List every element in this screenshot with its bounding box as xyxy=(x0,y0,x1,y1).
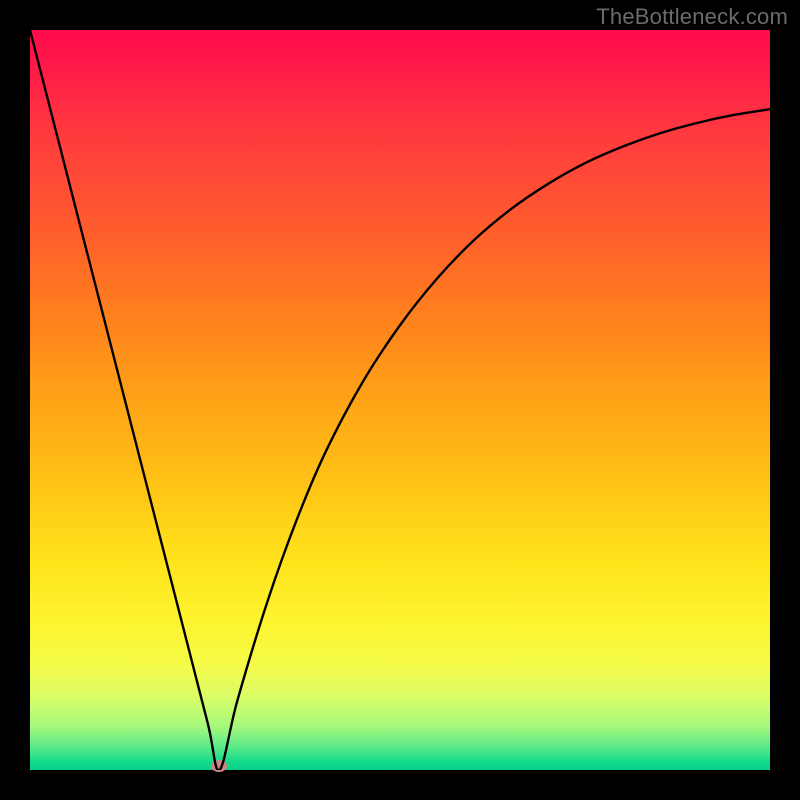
bottleneck-curve xyxy=(30,30,770,770)
curve-svg xyxy=(30,30,770,770)
watermark-text: TheBottleneck.com xyxy=(596,4,788,30)
plot-area xyxy=(30,30,770,770)
chart-frame: TheBottleneck.com xyxy=(0,0,800,800)
